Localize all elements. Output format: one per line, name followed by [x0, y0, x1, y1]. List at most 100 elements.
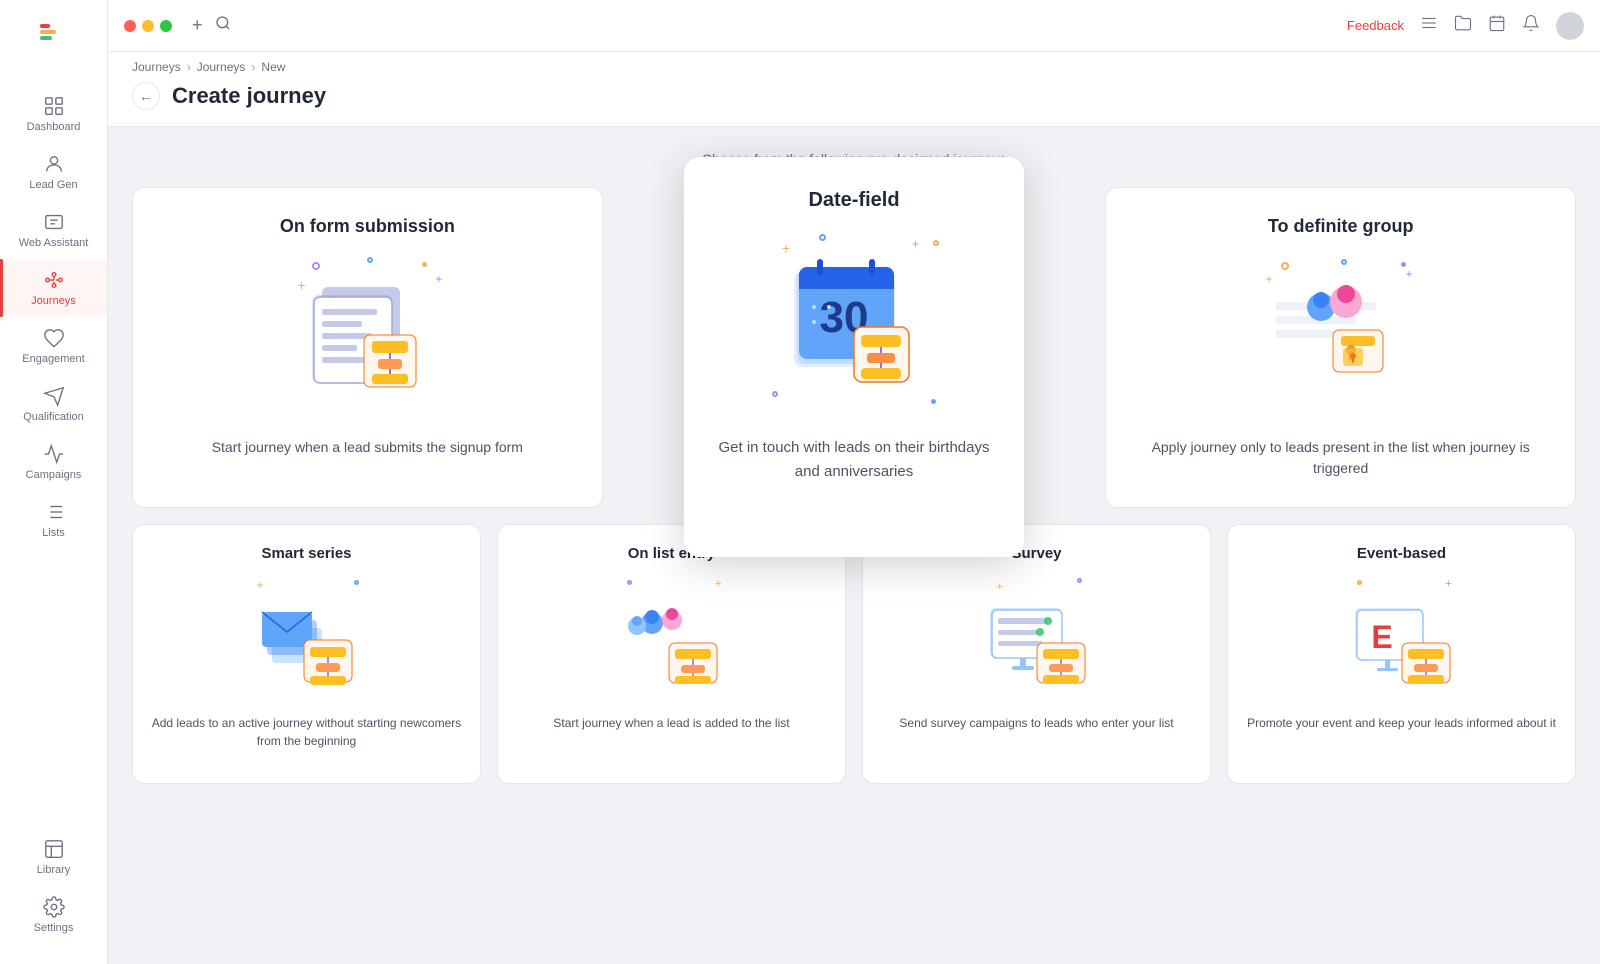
card-survey[interactable]: Survey +: [862, 524, 1211, 784]
card-icon-event: + E: [1342, 578, 1462, 698]
back-button[interactable]: ←: [132, 82, 160, 110]
page-title-row: ← Create journey: [132, 82, 1576, 110]
card-date-field-featured[interactable]: Date-field + +: [684, 157, 1024, 557]
sidebar-item-campaigns[interactable]: Campaigns: [0, 433, 107, 491]
calendar-icon[interactable]: [1488, 14, 1506, 37]
breadcrumb-sep-1: ›: [187, 60, 191, 74]
dot-d3: [772, 391, 778, 397]
sidebar: Dashboard Lead Gen Web Assistant Journey…: [0, 0, 108, 964]
dot-1: [312, 262, 320, 270]
card-title-group: To definite group: [1268, 216, 1414, 237]
feedback-link[interactable]: Feedback: [1347, 18, 1404, 33]
sidebar-item-engagement[interactable]: Engagement: [0, 317, 107, 375]
plus-d1: +: [782, 240, 790, 256]
card-event-based[interactable]: Event-based + E: [1227, 524, 1576, 784]
sidebar-item-lists[interactable]: Lists: [0, 491, 107, 549]
card-title-smart: Smart series: [261, 545, 351, 562]
sidebar-label-library: Library: [37, 864, 71, 876]
logo: [36, 20, 72, 61]
event-illustration: E: [1347, 588, 1457, 688]
dot-d4: [931, 399, 936, 404]
window-max-btn[interactable]: [160, 20, 172, 32]
bottom-cards-row: Smart series +: [132, 524, 1576, 784]
plus-g1: +: [1266, 272, 1273, 286]
page-header: Journeys › Journeys › New ← Create journ…: [108, 52, 1600, 127]
page-title: Create journey: [172, 83, 326, 109]
breadcrumb-journeys-2[interactable]: Journeys: [197, 60, 246, 74]
window-controls: [124, 20, 172, 32]
dot-3: [422, 262, 427, 267]
main-area: + Feedback Journeys › Jo: [108, 0, 1600, 964]
bell-icon[interactable]: [1522, 14, 1540, 37]
card-desc-date: Get in touch with leads on their birthda…: [712, 436, 996, 484]
plus-g2: +: [1406, 267, 1413, 281]
top-cards-wrapper: On form submission + +: [132, 187, 1576, 508]
card-icon-survey: +: [977, 578, 1097, 698]
card-title-form: On form submission: [280, 216, 455, 237]
card-desc-form: Start journey when a lead submits the si…: [212, 437, 523, 458]
avatar[interactable]: [1556, 12, 1584, 40]
card-desc-smart: Add leads to an active journey without s…: [149, 714, 464, 750]
card-title-date: Date-field: [808, 189, 899, 212]
card-icon-group: + +: [1261, 257, 1421, 417]
card-icon-list: +: [612, 578, 732, 698]
sidebar-item-journeys[interactable]: Journeys: [0, 259, 107, 317]
card-icon-smart: +: [247, 578, 367, 698]
date-illustration: 30: [779, 247, 929, 397]
sidebar-label-journeys: Journeys: [31, 295, 76, 307]
group-illustration: [1271, 272, 1411, 402]
card-to-definite-group[interactable]: To definite group + +: [1105, 187, 1576, 508]
dot-d1: [819, 234, 826, 241]
card-icon-form: + +: [287, 257, 447, 417]
card-desc-event: Promote your event and keep your leads i…: [1247, 714, 1556, 732]
svg-text:E: E: [1371, 619, 1392, 655]
sidebar-label-dashboard: Dashboard: [27, 121, 81, 133]
add-button[interactable]: +: [192, 15, 203, 36]
card-smart-series[interactable]: Smart series +: [132, 524, 481, 784]
plus-d2: +: [912, 237, 919, 251]
sidebar-label-webassistant: Web Assistant: [19, 237, 89, 249]
sidebar-item-qualification[interactable]: Qualification: [0, 375, 107, 433]
sidebar-item-settings[interactable]: Settings: [0, 886, 107, 944]
card-icon-date: + +: [764, 232, 944, 412]
window-close-btn[interactable]: [124, 20, 136, 32]
sidebar-item-webassistant[interactable]: Web Assistant: [0, 201, 107, 259]
sidebar-label-qualification: Qualification: [23, 411, 84, 423]
card-on-form-submission[interactable]: On form submission + +: [132, 187, 603, 508]
form-illustration: [302, 277, 432, 397]
plus-2: +: [435, 272, 442, 286]
dot-2: [367, 257, 373, 263]
topbar-right: Feedback: [1347, 12, 1584, 40]
breadcrumb-new: New: [261, 60, 285, 74]
folder-icon[interactable]: [1454, 14, 1472, 37]
topbar-left: +: [124, 15, 231, 36]
window-min-btn[interactable]: [142, 20, 154, 32]
content: Choose from the following pre-designed j…: [108, 127, 1600, 964]
breadcrumb-sep-2: ›: [251, 60, 255, 74]
card-desc-survey: Send survey campaigns to leads who enter…: [899, 714, 1173, 732]
sidebar-label-settings: Settings: [34, 922, 74, 934]
dot-d2: [933, 240, 939, 246]
plus-1: +: [297, 277, 305, 293]
dot-g1: [1281, 262, 1289, 270]
list-entry-illustration: [617, 588, 727, 688]
search-icon[interactable]: [215, 15, 231, 36]
list-icon[interactable]: [1420, 14, 1438, 37]
sidebar-item-dashboard[interactable]: Dashboard: [0, 85, 107, 143]
dot-g2: [1341, 259, 1347, 265]
card-title-event: Event-based: [1357, 545, 1446, 562]
card-desc-group: Apply journey only to leads present in t…: [1130, 437, 1551, 479]
sidebar-item-leadgen[interactable]: Lead Gen: [0, 143, 107, 201]
card-on-list-entry[interactable]: On list entry +: [497, 524, 846, 784]
card-desc-list: Start journey when a lead is added to th…: [553, 714, 789, 732]
sidebar-label-campaigns: Campaigns: [26, 469, 82, 481]
sidebar-label-engagement: Engagement: [22, 353, 84, 365]
topbar: + Feedback: [108, 0, 1600, 52]
sidebar-item-library[interactable]: Library: [0, 828, 107, 886]
breadcrumb-journeys-1[interactable]: Journeys: [132, 60, 181, 74]
breadcrumb: Journeys › Journeys › New: [132, 60, 1576, 74]
survey-illustration: [982, 588, 1092, 688]
sidebar-label-lists: Lists: [42, 527, 65, 539]
sidebar-label-leadgen: Lead Gen: [29, 179, 77, 191]
smart-illustration: [252, 588, 362, 688]
